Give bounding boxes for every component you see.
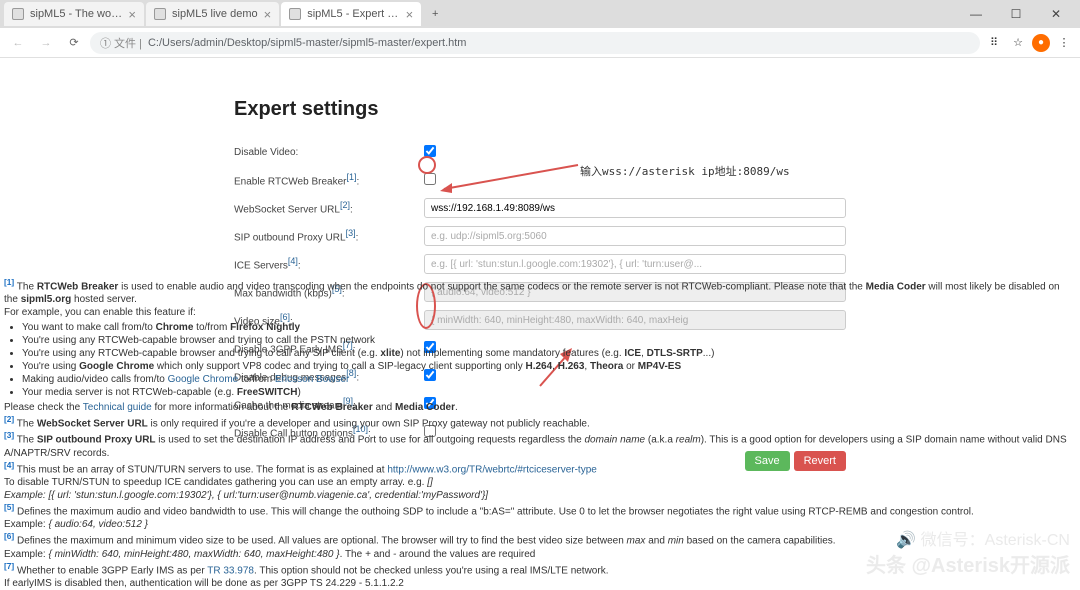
url-input[interactable]: ① 文件 | C:/Users/admin/Desktop/sipml5-mas… — [90, 32, 980, 54]
disable-video-checkbox[interactable] — [424, 145, 436, 157]
browser-tab-2[interactable]: sipML5 live demo× — [146, 2, 279, 26]
annotation-text: 输入wss://asterisk ip地址:8089/ws — [580, 163, 790, 179]
new-tab-button[interactable]: + — [423, 2, 447, 26]
close-icon[interactable]: × — [406, 7, 414, 22]
close-icon[interactable]: × — [128, 7, 136, 22]
back-button[interactable]: ← — [6, 31, 30, 55]
watermark-line-2: 头条 @Asterisk开源派 — [866, 549, 1070, 578]
profile-avatar[interactable]: ● — [1032, 34, 1050, 52]
browser-tab-bar: sipML5 - The world's first open...× sipM… — [0, 0, 1080, 28]
maximize-button[interactable]: ☐ — [996, 0, 1036, 28]
reload-button[interactable]: ⟳ — [62, 31, 86, 55]
minimize-button[interactable]: — — [956, 0, 996, 28]
sip-proxy-input[interactable] — [424, 226, 846, 246]
watermark-line-1: 🔊 微信号：Asterisk-CN — [896, 526, 1070, 550]
menu-icon[interactable]: ⋮ — [1054, 33, 1074, 53]
bookmark-icon[interactable]: ☆ — [1008, 33, 1028, 53]
close-icon[interactable]: × — [264, 7, 272, 22]
forward-button[interactable]: → — [34, 31, 58, 55]
websocket-url-input[interactable] — [424, 198, 846, 218]
translate-icon[interactable]: ⠿ — [984, 33, 1004, 53]
close-window-button[interactable]: ✕ — [1036, 0, 1076, 28]
address-bar: ← → ⟳ ① 文件 | C:/Users/admin/Desktop/sipm… — [0, 28, 1080, 58]
page-title: Expert settings — [234, 98, 846, 121]
ice-servers-input[interactable] — [424, 254, 846, 274]
browser-tab-3[interactable]: sipML5 - Expert mode× — [281, 2, 421, 26]
enable-rtcweb-breaker-checkbox[interactable] — [424, 173, 436, 185]
browser-tab-1[interactable]: sipML5 - The world's first open...× — [4, 2, 144, 26]
